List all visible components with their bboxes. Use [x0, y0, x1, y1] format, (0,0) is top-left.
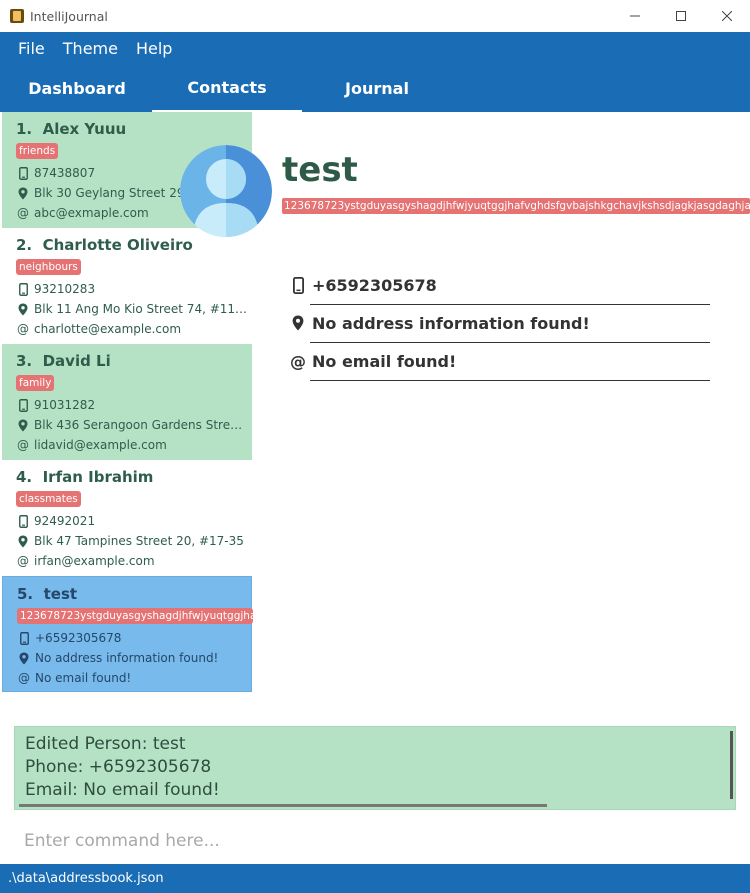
contact-card-4[interactable]: 4. Irfan Ibrahim classmates 92492021 Blk… — [2, 460, 252, 576]
command-placeholder: Enter command here... — [24, 831, 220, 851]
contact-email: @ No email found! — [17, 668, 249, 688]
close-button[interactable] — [704, 0, 750, 32]
minimize-icon — [630, 15, 640, 17]
window-controls — [612, 0, 750, 32]
avatar — [180, 145, 272, 237]
contact-name: 3. David Li — [16, 352, 111, 370]
minimize-button[interactable] — [612, 0, 658, 32]
contact-phone: +6592305678 — [17, 628, 249, 648]
location-pin-icon — [16, 303, 30, 316]
location-pin-icon — [290, 315, 306, 331]
status-bar: .\data\addressbook.json — [0, 864, 750, 893]
contact-tag: neighbours — [16, 259, 81, 275]
contact-name: 1. Alex Yuuu — [16, 120, 127, 138]
at-icon: @ — [17, 554, 29, 568]
contact-card-2[interactable]: 2. Charlotte Oliveiro neighbours 9321028… — [2, 228, 252, 344]
detail-phone: +6592305678 — [290, 266, 710, 304]
contact-phone: 93210283 — [16, 279, 248, 299]
maximize-button[interactable] — [658, 0, 704, 32]
at-icon: @ — [290, 351, 306, 371]
divider — [310, 380, 710, 381]
detail-address: No address information found! — [290, 304, 710, 342]
phone-icon — [16, 166, 30, 180]
result-line: Email: No email found! — [25, 780, 220, 800]
location-pin-icon — [16, 535, 30, 548]
save-location: .\data\addressbook.json — [8, 871, 164, 886]
contact-tag: 123678723ystgduyasgyshagdjhfwjyuqtggjhaf… — [17, 608, 253, 624]
contact-address: Blk 436 Serangoon Gardens Street ... — [16, 415, 248, 435]
phone-icon — [16, 514, 30, 528]
tab-contacts[interactable]: Contacts — [152, 64, 302, 112]
result-line: Phone: +6592305678 — [25, 757, 212, 777]
title-bar: IntelliJournal — [0, 0, 750, 32]
close-icon — [722, 11, 732, 21]
location-pin-icon — [17, 652, 31, 665]
location-pin-icon — [16, 187, 30, 200]
contact-tag: family — [16, 375, 55, 391]
contact-email: @ charlotte@example.com — [16, 319, 248, 339]
app-window: IntelliJournal File Theme Help Dashboard… — [0, 0, 750, 893]
tab-journal[interactable]: Journal — [302, 64, 452, 112]
contact-email: @ lidavid@example.com — [16, 435, 248, 455]
phone-icon — [17, 631, 31, 645]
contact-email: @ irfan@example.com — [16, 551, 248, 571]
result-display[interactable]: Edited Person: test Phone: +6592305678 E… — [14, 726, 736, 810]
contact-name: 4. Irfan Ibrahim — [16, 468, 154, 486]
menu-file[interactable]: File — [18, 39, 45, 58]
tab-dashboard[interactable]: Dashboard — [2, 64, 152, 112]
horizontal-scrollbar[interactable] — [19, 804, 547, 807]
contact-name: 5. test — [17, 585, 78, 603]
app-logo-icon — [10, 9, 24, 23]
contact-address: No address information found! — [17, 648, 249, 668]
contact-address: Blk 11 Ang Mo Kio Street 74, #11-04 — [16, 299, 248, 319]
detail-tag: 123678723ystgduyasgyshagdjhfwjyuqtggjhaf… — [282, 198, 750, 214]
contact-address: Blk 47 Tampines Street 20, #17-35 — [16, 531, 248, 551]
detail-name: test — [282, 150, 358, 190]
at-icon: @ — [17, 206, 29, 220]
menu-theme[interactable]: Theme — [63, 39, 118, 58]
user-avatar-icon — [180, 145, 272, 237]
at-icon: @ — [18, 671, 30, 685]
phone-icon — [16, 398, 30, 412]
contact-tag: classmates — [16, 491, 81, 507]
window-title: IntelliJournal — [30, 8, 108, 24]
contact-card-5[interactable]: 5. test 123678723ystgduyasgyshagdjhfwjyu… — [2, 576, 253, 692]
contact-phone: 92492021 — [16, 511, 248, 531]
contact-tag: friends — [16, 143, 59, 159]
tab-bar: Dashboard Contacts Journal — [0, 64, 750, 112]
detail-email: @ No email found! — [290, 351, 457, 371]
phone-icon — [16, 282, 30, 296]
contact-phone: 91031282 — [16, 395, 248, 415]
menu-bar: File Theme Help — [0, 32, 750, 64]
maximize-icon — [676, 11, 686, 21]
vertical-scrollbar[interactable] — [730, 731, 733, 799]
menu-help[interactable]: Help — [136, 39, 172, 58]
contact-name: 2. Charlotte Oliveiro — [16, 236, 193, 254]
location-pin-icon — [16, 419, 30, 432]
result-line: Edited Person: test — [25, 734, 186, 754]
at-icon: @ — [17, 322, 29, 336]
phone-icon — [290, 276, 306, 294]
contact-card-3[interactable]: 3. David Li family 91031282 Blk 436 Sera… — [2, 344, 252, 460]
at-icon: @ — [17, 438, 29, 452]
